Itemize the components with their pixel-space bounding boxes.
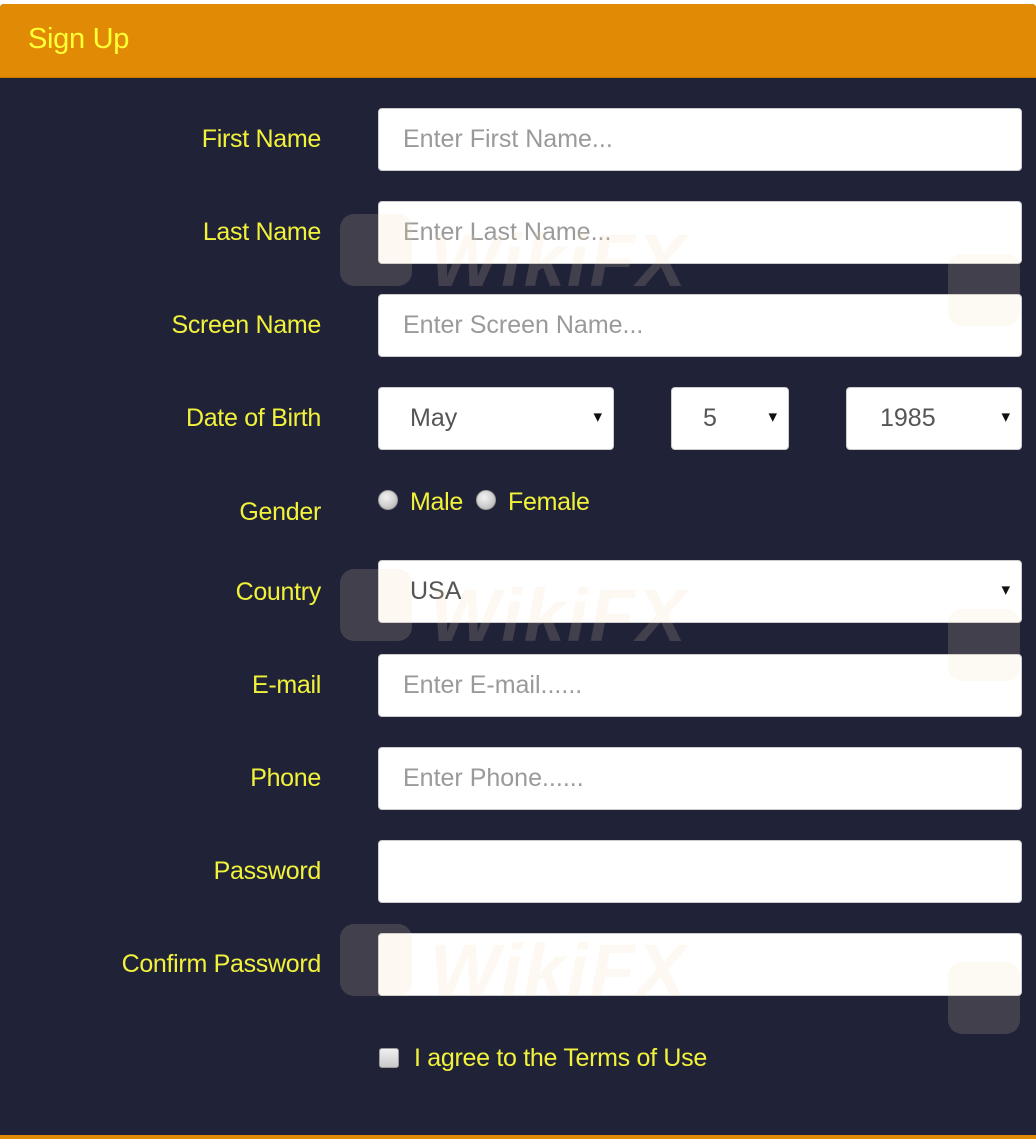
terms-checkbox[interactable]: [379, 1048, 399, 1068]
gender-label: Gender: [239, 498, 321, 526]
birth-day-select[interactable]: 5 ▾: [671, 387, 789, 450]
email-label: E-mail: [251, 671, 321, 699]
email-input[interactable]: [378, 654, 1022, 717]
gender-female-label[interactable]: Female: [508, 488, 590, 517]
birth-year-value: 1985: [880, 404, 936, 432]
chevron-down-icon: ▾: [1001, 407, 1010, 426]
birth-month-value: May: [410, 404, 458, 432]
birth-day-value: 5: [703, 404, 717, 432]
gender-male-label[interactable]: Male: [410, 488, 463, 517]
birth-year-select[interactable]: 1985 ▾: [846, 387, 1022, 450]
chevron-down-icon: ▾: [768, 407, 777, 426]
first-name-input[interactable]: [378, 108, 1022, 171]
password-label: Password: [213, 857, 322, 885]
country-label: Country: [235, 578, 322, 606]
birth-month-select[interactable]: May ▾: [378, 387, 614, 450]
last-name-input[interactable]: [378, 201, 1022, 264]
terms-label[interactable]: I agree to the Terms of Use: [414, 1044, 707, 1073]
password-input[interactable]: [378, 840, 1022, 903]
chevron-down-icon: ▾: [1001, 580, 1010, 599]
panel-title: Sign Up: [28, 23, 130, 55]
panel-footer-line: [0, 1135, 1036, 1139]
phone-input[interactable]: [378, 747, 1022, 810]
country-select[interactable]: USA ▾: [378, 560, 1022, 623]
screen-name-label: Screen Name: [171, 311, 321, 339]
confirm-password-label: Confirm Password: [121, 950, 322, 978]
panel-header: Sign Up: [0, 4, 1036, 78]
gender-male-radio[interactable]: [378, 490, 398, 510]
gender-female-radio[interactable]: [476, 490, 496, 510]
signup-panel: Sign Up First Name Last Name Screen Name…: [0, 4, 1036, 1139]
last-name-label: Last Name: [202, 218, 321, 246]
screen-name-input[interactable]: [378, 294, 1022, 357]
chevron-down-icon: ▾: [593, 407, 602, 426]
first-name-label: First Name: [201, 125, 322, 153]
date-of-birth-label: Date of Birth: [185, 404, 321, 432]
country-value: USA: [410, 577, 462, 605]
phone-label: Phone: [250, 764, 321, 792]
confirm-password-input[interactable]: [378, 933, 1022, 996]
